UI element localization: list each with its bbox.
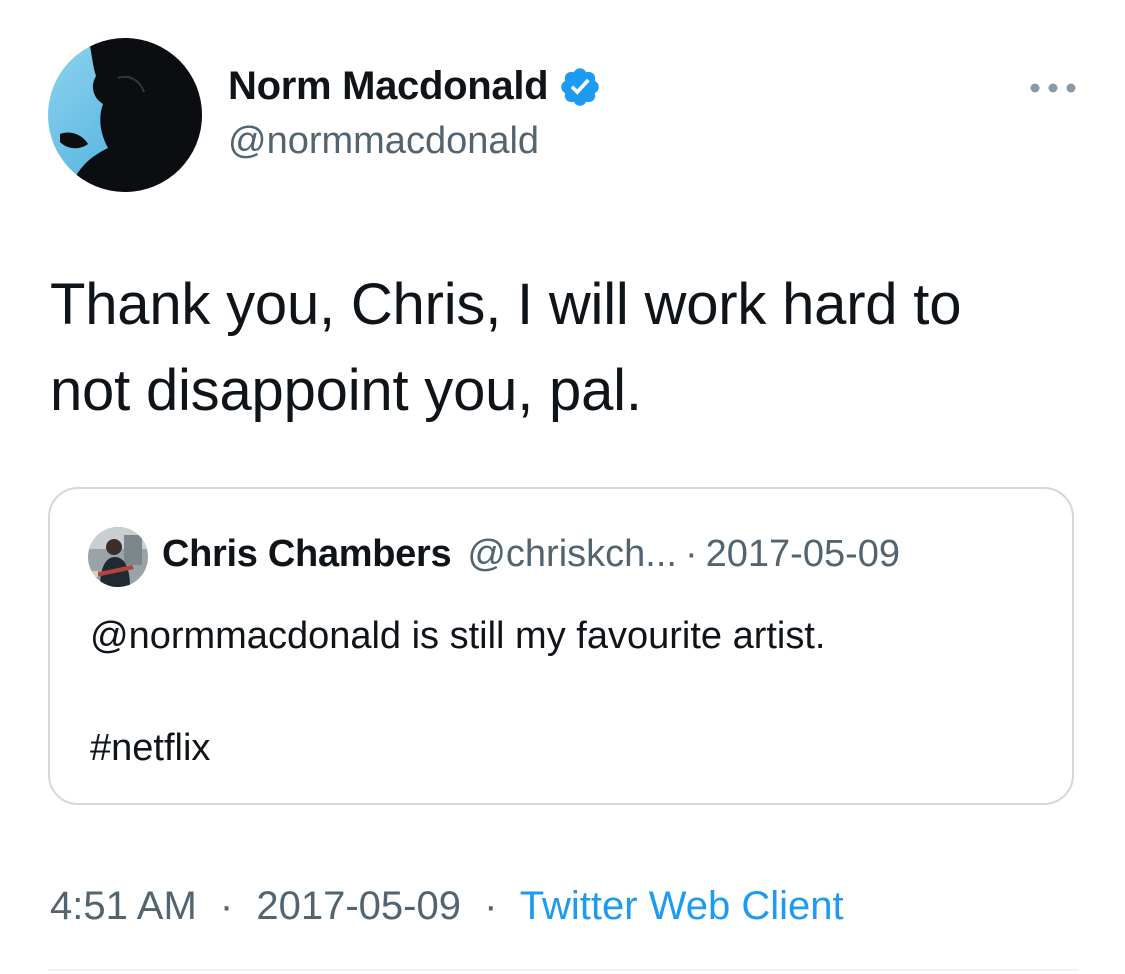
quoted-text: @normmacdonald is still my favourite art…	[90, 615, 826, 657]
quoted-display-name[interactable]: Chris Chambers	[162, 533, 452, 576]
quoted-separator: ·	[684, 533, 698, 575]
tweet-date[interactable]: 2017-05-09	[256, 884, 461, 928]
quoted-avatar[interactable]	[88, 527, 148, 587]
tweet-source-link[interactable]: Twitter Web Client	[520, 884, 844, 928]
quoted-handle[interactable]: @chriskch...	[467, 533, 677, 576]
author-handle[interactable]: @normmacdonald	[228, 120, 539, 163]
avatar[interactable]	[48, 38, 202, 192]
quoted-date[interactable]: 2017-05-09	[706, 533, 900, 576]
avatar-photo	[48, 38, 202, 192]
tweet-text-line: Thank you, Chris, I will work hard to	[50, 272, 962, 337]
author-name-row[interactable]: Norm Macdonald	[228, 64, 602, 109]
tweet-text-line: not disappoint you, pal.	[50, 358, 642, 423]
quoted-header: Chris Chambers @chriskch... · 2017-05-09	[162, 533, 900, 576]
more-options-icon[interactable]	[1027, 76, 1079, 100]
metadata-separator: ·	[219, 884, 234, 928]
tweet-card: Norm Macdonald @normmacdonald Thank you,…	[0, 0, 1125, 974]
author-display-name[interactable]: Norm Macdonald	[228, 64, 549, 109]
tweet-text: Thank you, Chris, I will work hard to no…	[50, 262, 1080, 434]
divider	[48, 969, 1078, 971]
quoted-hashtag: #netflix	[90, 727, 211, 769]
quoted-tweet[interactable]: Chris Chambers @chriskch... · 2017-05-09…	[48, 487, 1074, 805]
quoted-avatar-photo	[88, 527, 148, 587]
tweet-time[interactable]: 4:51 AM	[50, 884, 197, 928]
tweet-metadata: 4:51 AM · 2017-05-09 · Twitter Web Clien…	[50, 884, 844, 929]
verified-badge-icon	[558, 65, 602, 109]
metadata-separator: ·	[484, 884, 498, 928]
